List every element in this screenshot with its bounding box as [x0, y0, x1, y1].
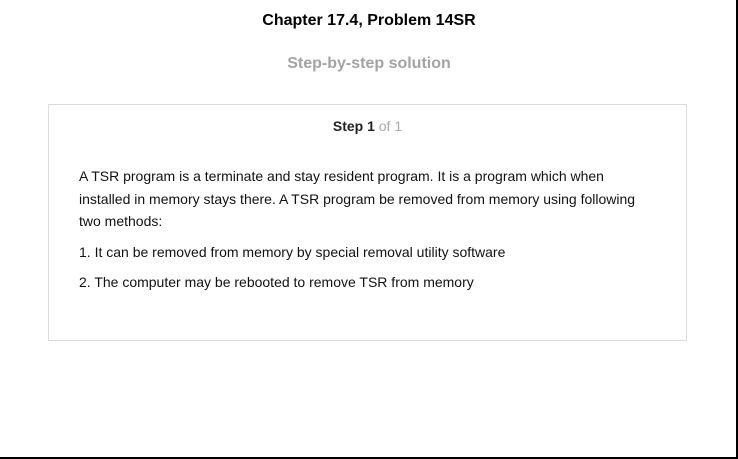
method-item-1: 1. It can be removed from memory by spec… [79, 243, 506, 260]
step-count: of 1 [378, 118, 403, 134]
step-label: Step 1 [332, 118, 375, 134]
solution-card: Step 1 of 1 A TSR program is a terminate… [48, 104, 687, 341]
step-body: A TSR program is a terminate and stay re… [79, 165, 659, 293]
step-heading: Step 1 of 1 [49, 117, 686, 135]
solution-subtitle: Step-by-step solution [287, 55, 451, 72]
step-paragraph: A TSR program is a terminate and stay re… [79, 168, 636, 229]
page-title: Chapter 17.4, Problem 14SR [262, 12, 476, 29]
method-item-2: 2. The computer may be rebooted to remov… [79, 273, 474, 290]
